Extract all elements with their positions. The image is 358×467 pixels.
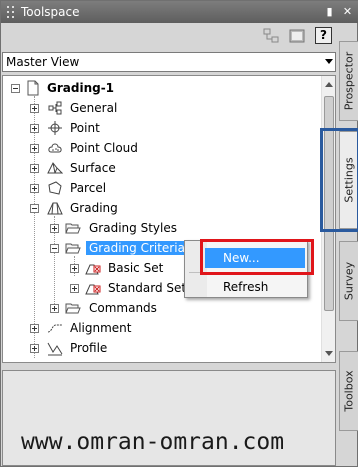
criteria-set-icon	[85, 284, 101, 295]
scroll-down-icon[interactable]	[325, 351, 333, 356]
criteria-set-icon	[85, 264, 101, 275]
tab-label: Prospector	[342, 51, 356, 111]
tree-node-label: Standard Set	[108, 281, 187, 295]
watermark-text: www.omran-omran.com	[21, 429, 285, 455]
tree-node-label: Basic Set	[108, 261, 164, 275]
hierarchy-icon[interactable]	[263, 28, 279, 44]
grip-icon	[7, 6, 14, 18]
tree-node-parcel[interactable]: Parcel	[3, 178, 321, 198]
expand-toggle[interactable]	[30, 144, 39, 153]
expand-toggle[interactable]	[30, 184, 39, 193]
collapse-toggle[interactable]	[50, 244, 59, 253]
auto-hide-icon[interactable]: ▮	[322, 4, 337, 19]
expand-toggle[interactable]	[30, 104, 39, 113]
tree-node-alignment[interactable]: Alignment	[3, 318, 321, 338]
profile-icon	[47, 342, 63, 356]
tree-node-commands[interactable]: Commands	[3, 298, 321, 318]
expand-toggle[interactable]	[70, 284, 79, 293]
tree-node-label: Grading	[70, 201, 118, 215]
tab-label: Toolbox	[342, 370, 356, 412]
drawing-icon	[27, 80, 39, 96]
folder-open-icon	[65, 223, 81, 234]
view-select[interactable]: Master View	[2, 52, 336, 72]
collapse-toggle[interactable]	[11, 84, 20, 93]
tree-panel: Grading-1 General Point Point Cloud Surf…	[2, 75, 336, 363]
close-icon[interactable]: ✕	[340, 4, 355, 19]
point-cloud-icon	[48, 143, 62, 153]
annotation-highlight-red	[200, 239, 314, 275]
general-icon	[48, 101, 62, 115]
expand-toggle[interactable]	[50, 304, 59, 313]
tree-node-label: Point	[70, 121, 100, 135]
tree-node-profile[interactable]: Profile	[3, 338, 321, 358]
tree-node-label: Alignment	[70, 321, 132, 335]
grading-icon	[47, 202, 63, 215]
title-bar[interactable]: Toolspace ▮ ✕	[1, 1, 358, 23]
expand-toggle[interactable]	[50, 224, 59, 233]
expand-toggle[interactable]	[30, 324, 39, 333]
tree-node-surface[interactable]: Surface	[3, 158, 321, 178]
menu-item-refresh[interactable]: Refresh	[205, 277, 305, 297]
expand-toggle[interactable]	[30, 344, 39, 353]
chevron-down-icon[interactable]	[325, 59, 333, 64]
tab-label: Survey	[342, 261, 356, 301]
tree-node-root[interactable]: Grading-1	[3, 78, 321, 98]
tree-node-label: Grading Styles	[89, 221, 177, 235]
tab-prospector[interactable]: Prospector	[339, 41, 358, 121]
scroll-up-icon[interactable]	[325, 82, 333, 87]
tree-node-label: General	[70, 101, 118, 115]
tree-node-point-cloud[interactable]: Point Cloud	[3, 138, 321, 158]
tree-node-label: Parcel	[70, 181, 107, 195]
folder-open-icon	[65, 303, 81, 314]
expand-toggle[interactable]	[30, 124, 39, 133]
folder-open-icon	[65, 243, 81, 254]
point-icon	[48, 121, 62, 135]
toolspace-window: Toolspace ▮ ✕ ? Master View Grading-1 Ge…	[0, 0, 358, 467]
surface-icon	[47, 162, 63, 174]
tree-node-general[interactable]: General	[3, 98, 321, 118]
annotation-highlight-blue	[320, 128, 358, 232]
tree-node-label: Grading-1	[47, 81, 115, 95]
parcel-icon	[48, 181, 62, 195]
tree-node-grading-styles[interactable]: Grading Styles	[3, 218, 321, 238]
expand-toggle[interactable]	[30, 164, 39, 173]
alignment-icon	[47, 324, 62, 333]
tree-node-label: Profile	[70, 341, 108, 355]
expand-toggle[interactable]	[70, 264, 79, 273]
tree-node-point[interactable]: Point	[3, 118, 321, 138]
window-title: Toolspace	[21, 5, 80, 19]
tab-toolbox[interactable]: Toolbox	[339, 351, 358, 431]
tree-node-label: Surface	[70, 161, 116, 175]
tab-survey[interactable]: Survey	[339, 241, 358, 321]
panel-icon[interactable]	[289, 28, 305, 44]
toolbar: ?	[1, 23, 341, 49]
tree-node-label: Point Cloud	[70, 141, 138, 155]
tree-node-label: Commands	[89, 301, 157, 315]
collapse-toggle[interactable]	[30, 204, 39, 213]
view-select-value: Master View	[6, 55, 80, 69]
help-button[interactable]: ?	[315, 27, 332, 44]
tree-node-grading[interactable]: Grading	[3, 198, 321, 218]
